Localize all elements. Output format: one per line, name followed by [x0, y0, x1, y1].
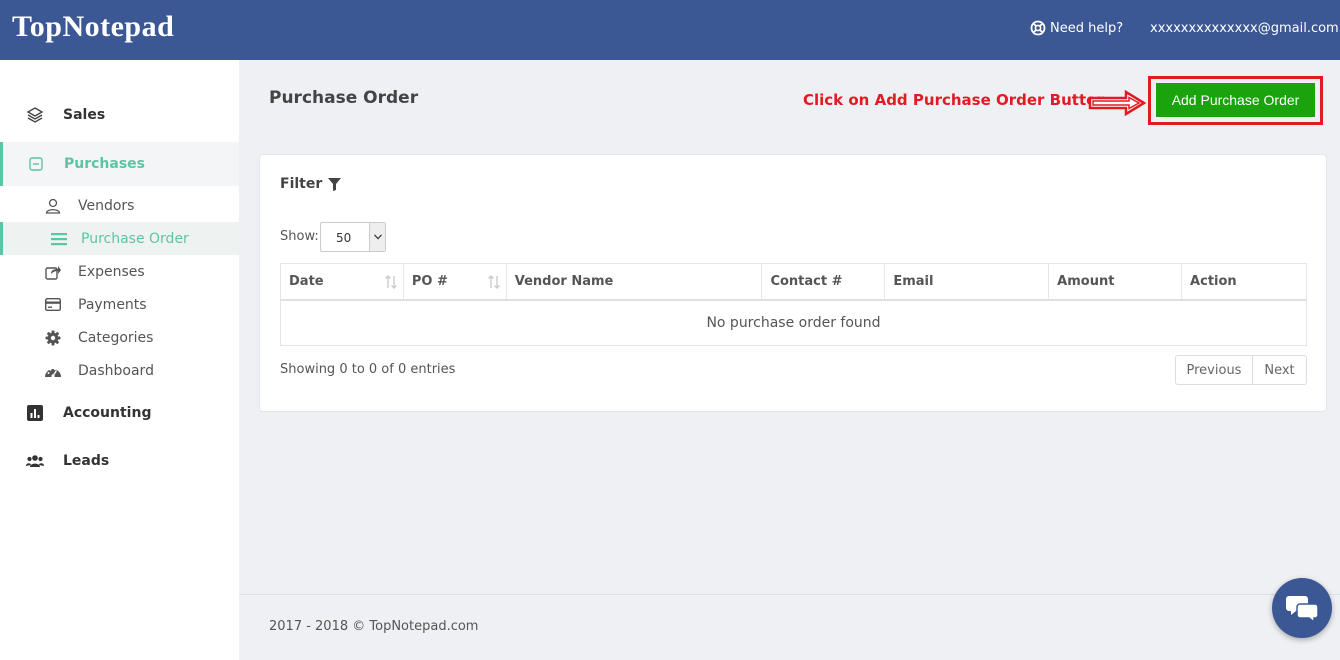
app-logo[interactable]: TopNotepad: [12, 10, 174, 44]
sidebar-item-purchase-order[interactable]: Purchase Order: [0, 222, 239, 255]
sidebar-item-dashboard[interactable]: Dashboard: [0, 354, 239, 387]
users-icon: [26, 452, 44, 470]
instruction-annotation: Click on Add Purchase Order Button: [803, 91, 1108, 109]
table-info: Showing 0 to 0 of 0 entries: [280, 362, 456, 377]
show-entries-value: 50: [336, 231, 352, 245]
sidebar-item-label: Purchases: [64, 156, 146, 172]
sidebar-item-sales[interactable]: Sales: [0, 100, 239, 130]
previous-page-button[interactable]: Previous: [1175, 355, 1253, 385]
sidebar-item-label: Leads: [63, 453, 110, 469]
show-entries-label: Show:: [280, 229, 319, 244]
sidebar-item-label: Purchase Order: [81, 230, 189, 247]
column-header-amount[interactable]: Amount: [1048, 263, 1183, 301]
list-icon: [50, 230, 68, 248]
purchase-order-card: Filter Show: 50 Date PO # Vendor Name Co…: [259, 154, 1327, 412]
sidebar-item-label: Dashboard: [78, 362, 154, 379]
sidebar-item-label: Accounting: [63, 405, 152, 421]
column-header-action: Action: [1181, 263, 1307, 301]
user-menu[interactable]: xxxxxxxxxxxxxx@gmail.com: [1150, 21, 1340, 36]
pagination: Previous Next: [1175, 355, 1307, 385]
footer-copyright: 2017 - 2018 © TopNotepad.com: [269, 619, 479, 634]
next-page-button[interactable]: Next: [1253, 355, 1307, 385]
sidebar-item-label: Vendors: [78, 197, 135, 214]
chat-bubbles-icon: [1286, 596, 1319, 623]
share-icon: [44, 263, 62, 281]
lifebuoy-icon: [1030, 20, 1046, 36]
gear-icon: [44, 329, 62, 347]
arrow-right-icon: [1088, 90, 1147, 116]
filter-icon: [328, 177, 342, 191]
column-header-contact[interactable]: Contact #: [761, 263, 886, 301]
user-email: xxxxxxxxxxxxxx@gmail.com: [1150, 21, 1339, 36]
chevron-down-icon: [369, 223, 385, 251]
footer: 2017 - 2018 © TopNotepad.com: [239, 594, 1340, 660]
user-outline-icon: [44, 197, 62, 215]
sidebar-item-label: Expenses: [78, 263, 145, 280]
column-header-vendor-name[interactable]: Vendor Name: [505, 263, 763, 301]
sidebar-item-label: Categories: [78, 329, 154, 346]
credit-card-icon: [44, 296, 62, 314]
empty-table-message: No purchase order found: [280, 299, 1307, 346]
top-bar: TopNotepad Need help? xxxxxxxxxxxxxx@gma…: [0, 0, 1340, 60]
add-purchase-order-button[interactable]: Add Purchase Order: [1156, 83, 1315, 117]
sort-icon: [384, 275, 397, 289]
column-header-date[interactable]: Date: [280, 263, 404, 301]
sidebar-item-leads[interactable]: Leads: [0, 446, 239, 476]
sidebar: Sales Purchases Vendors Purchase Order E…: [0, 60, 239, 660]
column-header-po-number[interactable]: PO #: [402, 263, 507, 301]
table-header-row: Date PO # Vendor Name Contact # Email Am…: [280, 263, 1307, 301]
bar-chart-icon: [26, 404, 44, 422]
sidebar-item-categories[interactable]: Categories: [0, 321, 239, 354]
page-title: Purchase Order: [269, 88, 419, 108]
sidebar-item-vendors[interactable]: Vendors: [0, 189, 239, 222]
minus-square-icon: [27, 155, 45, 173]
need-help-link[interactable]: Need help?: [1030, 20, 1123, 36]
show-entries-select[interactable]: 50: [320, 222, 386, 252]
chat-widget-button[interactable]: [1272, 578, 1332, 638]
sort-icon: [487, 275, 500, 289]
need-help-label: Need help?: [1050, 20, 1124, 36]
sidebar-item-expenses[interactable]: Expenses: [0, 255, 239, 288]
sidebar-item-payments[interactable]: Payments: [0, 288, 239, 321]
dashboard-icon: [44, 362, 62, 380]
sidebar-item-accounting[interactable]: Accounting: [0, 398, 239, 428]
table-row: No purchase order found: [280, 299, 1307, 346]
sidebar-item-label: Sales: [63, 107, 106, 123]
filter-label: Filter: [280, 176, 323, 192]
purchase-order-table: Date PO # Vendor Name Contact # Email Am…: [280, 263, 1307, 346]
layers-icon: [26, 106, 44, 124]
sidebar-item-purchases[interactable]: Purchases: [0, 142, 239, 186]
sidebar-item-label: Payments: [78, 296, 147, 313]
filter-toggle[interactable]: Filter: [280, 176, 342, 192]
column-header-email[interactable]: Email: [884, 263, 1050, 301]
